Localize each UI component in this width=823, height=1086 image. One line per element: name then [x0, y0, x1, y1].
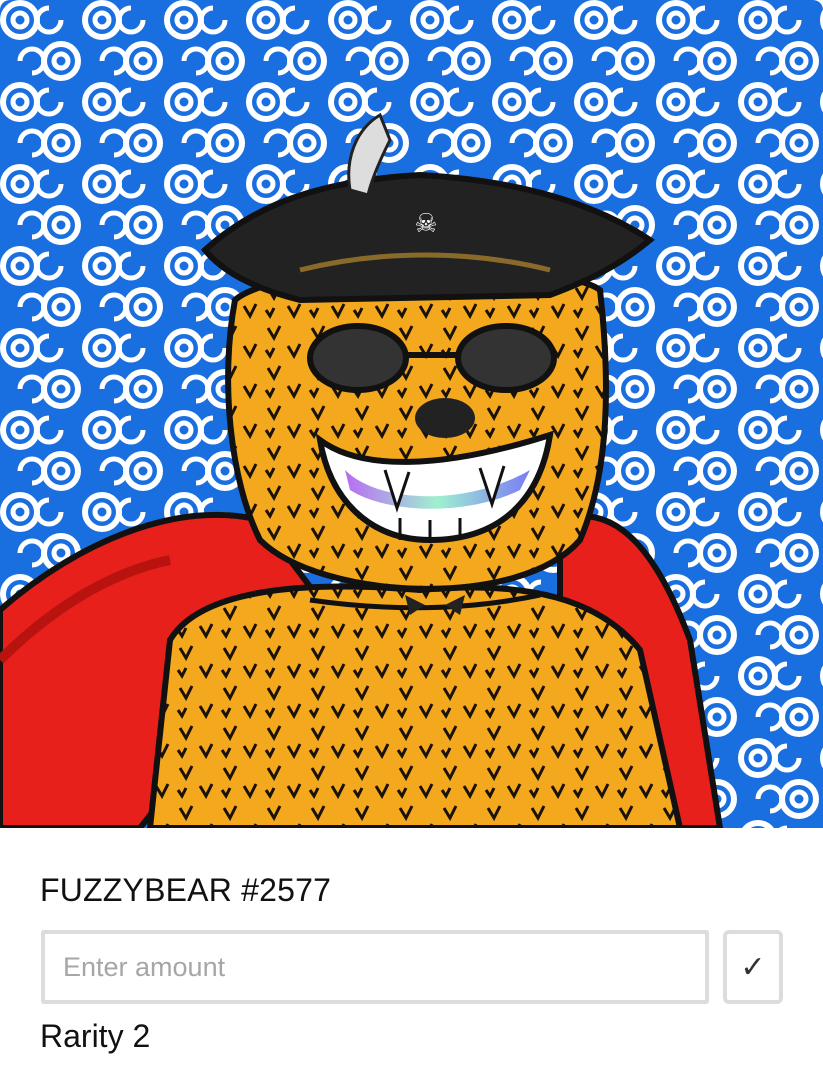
- svg-text:☠: ☠: [414, 209, 437, 239]
- checkmark-icon: ✓: [740, 949, 766, 985]
- rarity-label: Rarity 2: [40, 1018, 151, 1054]
- nft-artwork[interactable]: ☠: [0, 0, 823, 828]
- confirm-button[interactable]: ✓: [723, 930, 783, 1004]
- amount-input[interactable]: [41, 930, 709, 1004]
- nft-title: FUZZYBEAR #2577: [40, 872, 332, 908]
- nft-card: ☠ FUZZYBEAR #2577 ✓ Rarity 2: [0, 0, 823, 1086]
